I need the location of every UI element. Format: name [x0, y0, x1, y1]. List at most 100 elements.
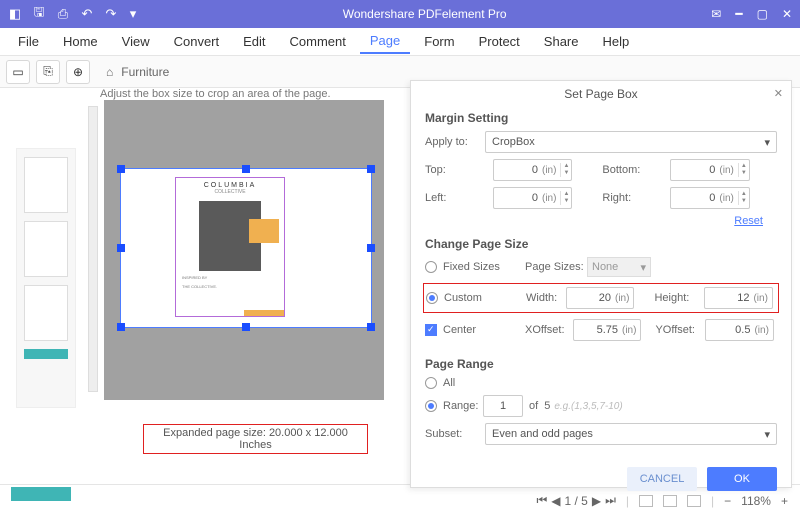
range-example: e.g.(1,3,5,7-10) [554, 401, 622, 412]
left-label: Left: [425, 192, 485, 204]
doc-caption2: THE COLLECTIVE. [182, 284, 278, 289]
handle-e[interactable] [367, 244, 375, 252]
doc-image [199, 201, 261, 271]
prev-page-icon[interactable]: ◀ [551, 494, 560, 508]
logo-icon: ◧ [8, 7, 22, 21]
menu-edit[interactable]: Edit [233, 30, 275, 53]
view-double-icon[interactable] [663, 495, 677, 507]
breadcrumb-item[interactable]: Furniture [121, 65, 169, 79]
menu-page[interactable]: Page [360, 29, 410, 54]
handle-se[interactable] [367, 323, 375, 331]
save-icon[interactable]: 🖫 [32, 7, 46, 21]
crop-hint: Adjust the box size to crop an area of t… [100, 88, 331, 100]
print-icon[interactable]: ⎙ [56, 7, 70, 21]
minimize-icon[interactable]: ━ [735, 7, 742, 21]
menu-help[interactable]: Help [593, 30, 640, 53]
scrollbar[interactable] [88, 106, 98, 392]
view-single-icon[interactable] [639, 495, 653, 507]
thumb-page[interactable] [24, 285, 68, 341]
right-input[interactable]: (in)▲▼ [670, 187, 749, 209]
thumb-strip [24, 349, 68, 359]
expanded-size-label: Expanded page size: 20.000 x 12.000 Inch… [143, 424, 368, 454]
width-input[interactable]: (in) [566, 287, 634, 309]
height-label: Height: [654, 292, 704, 304]
menu-home[interactable]: Home [53, 30, 108, 53]
range-label: Range: [443, 400, 483, 412]
set-page-box-dialog: ✕ Set Page Box Margin Setting Apply to: … [410, 80, 792, 488]
thumb-page[interactable] [24, 221, 68, 277]
doc-caption1: INSPIRED BY [182, 275, 278, 280]
handle-sw[interactable] [117, 323, 125, 331]
dialog-close[interactable]: ✕ [774, 87, 783, 100]
maximize-icon[interactable]: ▢ [757, 7, 768, 21]
thumbnails-panel [16, 148, 76, 408]
zoom-level: 118% [741, 494, 771, 508]
radio-custom[interactable] [426, 292, 438, 304]
of-label: of [529, 400, 538, 412]
menu-comment[interactable]: Comment [280, 30, 356, 53]
check-center[interactable] [425, 324, 437, 336]
menu-view[interactable]: View [112, 30, 160, 53]
handle-ne[interactable] [367, 165, 375, 173]
menu-file[interactable]: File [8, 30, 49, 53]
mail-icon[interactable]: ✉ [711, 7, 721, 21]
handle-nw[interactable] [117, 165, 125, 173]
height-input[interactable]: (in) [704, 287, 772, 309]
undo-icon[interactable]: ↶ [80, 7, 94, 21]
chevron-down-icon: ▾ [764, 136, 770, 149]
view-grid-icon[interactable] [687, 495, 701, 507]
chevron-down-icon: ▾ [764, 428, 770, 441]
yoffset-label: YOffset: [655, 324, 705, 336]
top-label: Top: [425, 164, 485, 176]
range-heading: Page Range [425, 357, 777, 371]
tool-insert[interactable]: ⊕ [66, 60, 90, 84]
home-icon[interactable]: ⌂ [106, 65, 113, 79]
left-input[interactable]: (in)▲▼ [493, 187, 572, 209]
bottom-label: Bottom: [602, 164, 662, 176]
menu-convert[interactable]: Convert [164, 30, 230, 53]
top-input[interactable]: (in)▲▼ [493, 159, 572, 181]
xoffset-input[interactable]: (in) [573, 319, 641, 341]
handle-n[interactable] [242, 165, 250, 173]
range-total: 5 [544, 400, 550, 412]
crop-frame[interactable]: COLUMBIA COLLECTIVE INSPIRED BY THE COLL… [120, 168, 372, 328]
radio-fixed[interactable] [425, 261, 437, 273]
range-from-input[interactable] [483, 395, 523, 417]
subset-label: Subset: [425, 428, 485, 440]
page-sizes-label: Page Sizes: [525, 261, 587, 273]
zoom-in-icon[interactable]: + [781, 494, 788, 508]
menu-form[interactable]: Form [414, 30, 464, 53]
apply-to-select[interactable]: CropBox▾ [485, 131, 777, 153]
doc-accent [244, 310, 284, 316]
radio-all[interactable] [425, 377, 437, 389]
first-page-icon[interactable]: ⏮ [536, 493, 547, 508]
thumb-page[interactable] [24, 157, 68, 213]
right-label: Right: [602, 192, 662, 204]
size-heading: Change Page Size [425, 237, 777, 251]
last-page-icon[interactable]: ⏭ [605, 493, 616, 508]
menu-protect[interactable]: Protect [469, 30, 530, 53]
radio-range[interactable] [425, 400, 437, 412]
more-icon[interactable]: ▾ [128, 7, 138, 21]
tool-pagebox[interactable]: ▭ [6, 60, 30, 84]
all-label: All [443, 377, 455, 389]
bottom-input[interactable]: (in)▲▼ [670, 159, 749, 181]
zoom-out-icon[interactable]: − [724, 494, 731, 508]
page-indicator: 1 / 5 [565, 494, 588, 508]
menu-share[interactable]: Share [534, 30, 589, 53]
fixed-label: Fixed Sizes [443, 261, 525, 273]
handle-s[interactable] [242, 323, 250, 331]
yoffset-input[interactable]: (in) [705, 319, 773, 341]
xoffset-label: XOffset: [525, 324, 573, 336]
close-window-icon[interactable]: ✕ [782, 7, 792, 21]
cancel-button[interactable]: CANCEL [627, 467, 697, 491]
app-title: Wondershare PDFelement Pro [146, 7, 703, 21]
next-page-icon[interactable]: ▶ [592, 494, 601, 508]
tool-extract[interactable]: ⎘ [36, 60, 60, 84]
margin-heading: Margin Setting [425, 111, 777, 125]
redo-icon[interactable]: ↷ [104, 7, 118, 21]
ok-button[interactable]: OK [707, 467, 777, 491]
reset-link[interactable]: Reset [734, 215, 763, 227]
handle-w[interactable] [117, 244, 125, 252]
subset-select[interactable]: Even and odd pages▾ [485, 423, 777, 445]
